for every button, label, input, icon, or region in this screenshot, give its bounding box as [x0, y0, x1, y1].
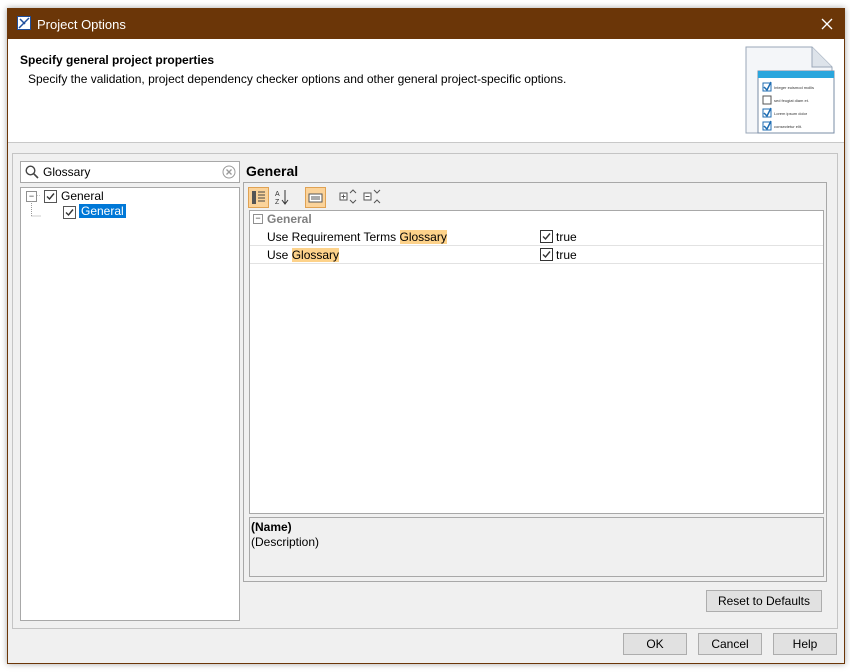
project-options-dialog: Project Options Specify general project …	[7, 8, 845, 664]
svg-text:A: A	[275, 191, 280, 198]
tree-label-general-child: General	[79, 204, 126, 218]
property-value-checkbox[interactable]	[540, 248, 553, 261]
window-title: Project Options	[37, 17, 126, 32]
tree-node-general[interactable]: − General	[21, 188, 237, 217]
property-row[interactable]: Use Requirement Terms Glossary true	[250, 228, 823, 246]
property-value: true	[556, 230, 577, 244]
tree-label-general: General	[61, 189, 104, 203]
search-match-highlight: Glossary	[291, 248, 340, 262]
property-group-label: General	[267, 212, 312, 226]
property-value-checkbox[interactable]	[540, 230, 553, 243]
collapse-all-button[interactable]	[362, 187, 382, 207]
sort-alphabetically-button[interactable]: A Z	[272, 187, 292, 207]
tree-checkbox-general[interactable]	[44, 190, 57, 203]
search-match-highlight: Glossary	[399, 230, 447, 244]
main-panel: − General Gen	[12, 153, 838, 629]
expand-all-icon	[339, 189, 357, 204]
description-name: (Name)	[251, 520, 292, 534]
illustration-line-2: sed feugiat diam et.	[774, 98, 809, 103]
reset-to-defaults-button[interactable]: Reset to Defaults	[706, 590, 822, 612]
collapse-group-icon[interactable]: −	[253, 214, 263, 224]
checkmark-icon	[65, 209, 74, 217]
illustration-line-3: Lorem ipsum dolor	[774, 111, 808, 116]
property-name: Use Glossary	[267, 248, 340, 262]
tree-node-general-child[interactable]: General	[21, 204, 237, 220]
property-row[interactable]: Use Glossary true	[250, 246, 823, 264]
show-description-icon	[308, 193, 323, 203]
property-value: true	[556, 248, 577, 262]
close-icon	[821, 18, 833, 30]
svg-text:Z: Z	[275, 199, 280, 206]
description-text: (Description)	[251, 535, 320, 549]
property-name-text: Use Requirement Terms	[267, 230, 400, 244]
property-grid: − General Use Requirement Terms Glossary…	[249, 210, 824, 514]
help-button[interactable]: Help	[773, 633, 837, 655]
categorized-view-icon	[252, 191, 265, 204]
illustration-line-4: consectetur elit.	[774, 124, 802, 129]
header-description: Specify the validation, project dependen…	[28, 72, 567, 86]
cancel-button[interactable]: Cancel	[698, 633, 762, 655]
options-illustration-icon: Integer euismod mollis sed feugiat diam …	[745, 46, 835, 134]
expand-all-button[interactable]	[338, 187, 358, 207]
clear-search-icon[interactable]	[222, 165, 236, 179]
description-panel: (Name) (Description)	[249, 517, 824, 577]
dialog-header: Specify general project properties Speci…	[8, 39, 844, 143]
property-name-text: Use	[267, 248, 292, 262]
show-description-button[interactable]	[305, 187, 326, 208]
title-bar[interactable]: Project Options	[8, 9, 844, 39]
close-button[interactable]	[810, 9, 844, 39]
property-name: Use Requirement Terms Glossary	[267, 230, 447, 244]
options-tree: − General General	[20, 187, 240, 621]
app-icon	[17, 16, 31, 30]
sort-alphabetically-icon: A Z	[275, 190, 289, 206]
collapse-all-icon	[363, 189, 381, 204]
categorized-view-button[interactable]	[248, 187, 269, 208]
ok-button[interactable]: OK	[623, 633, 687, 655]
search-box[interactable]	[20, 161, 240, 183]
checkmark-icon	[46, 193, 55, 201]
properties-frame: A Z − General Use Requirement Terms Glos…	[243, 182, 827, 582]
property-group-general[interactable]: − General	[250, 211, 823, 227]
illustration-line-1: Integer euismod mollis	[774, 85, 814, 90]
checkmark-icon	[542, 233, 551, 241]
tree-checkbox-general-child[interactable]	[63, 206, 76, 219]
header-title: Specify general project properties	[20, 53, 215, 67]
search-input[interactable]	[43, 164, 213, 180]
search-icon	[25, 165, 39, 179]
section-title: General	[246, 163, 299, 179]
checkmark-icon	[542, 251, 551, 259]
